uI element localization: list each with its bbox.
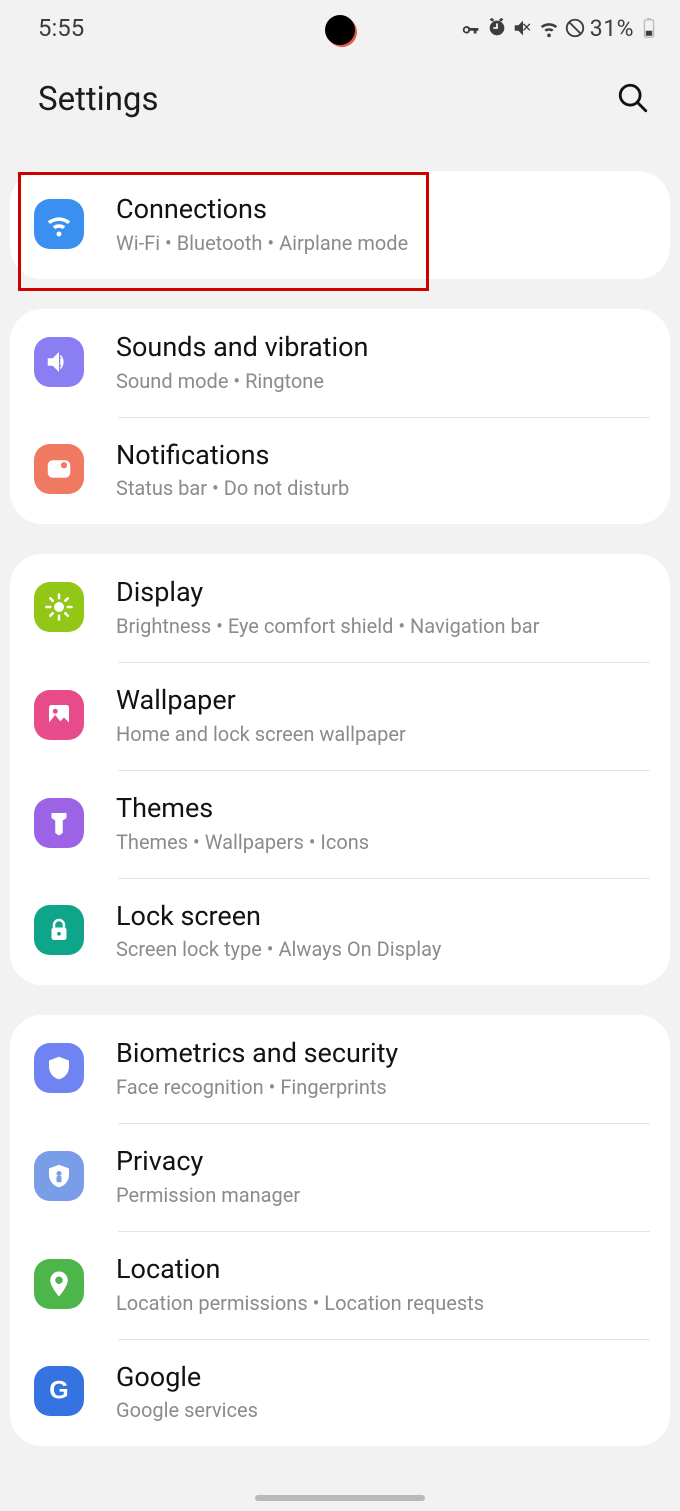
biometrics-row[interactable]: Biometrics and security Face recognition… [10,1015,670,1123]
brightness-icon [34,582,84,632]
shield-icon [34,1043,84,1093]
location-row[interactable]: Location Location permissions • Location… [10,1231,670,1339]
row-title: Privacy [116,1145,650,1179]
lock-icon [34,905,84,955]
row-subtitle: Home and lock screen wallpaper [116,722,650,746]
location-icon [34,1259,84,1309]
row-title: Biometrics and security [116,1037,650,1071]
row-title: Display [116,576,650,610]
page-title: Settings [38,80,159,119]
theme-icon [34,798,84,848]
wallpaper-row[interactable]: Wallpaper Home and lock screen wallpaper [10,662,670,770]
row-subtitle: Location permissions • Location requests [116,1291,650,1315]
row-subtitle: Status bar • Do not disturb [116,476,650,500]
row-title: Wallpaper [116,684,650,718]
notifications-row[interactable]: Notifications Status bar • Do not distur… [10,417,670,525]
row-subtitle: Wi-Fi • Bluetooth • Airplane mode [116,231,650,255]
row-subtitle: Themes • Wallpapers • Icons [116,830,650,854]
row-title: Themes [116,792,650,826]
row-subtitle: Face recognition • Fingerprints [116,1075,650,1099]
display-row[interactable]: Display Brightness • Eye comfort shield … [10,554,670,662]
settings-header: Settings [0,52,680,145]
sound-icon [34,337,84,387]
row-title: Notifications [116,439,650,473]
svg-text:G: G [49,1377,68,1405]
google-icon: G [34,1366,84,1416]
privacy-row[interactable]: Privacy Permission manager [10,1123,670,1231]
row-subtitle: Sound mode • Ringtone [116,369,650,393]
row-subtitle: Permission manager [116,1183,650,1207]
lock-screen-row[interactable]: Lock screen Screen lock type • Always On… [10,878,670,986]
nav-indicator[interactable] [0,1495,680,1501]
camera-cutout [325,15,355,45]
search-button[interactable] [616,81,650,119]
sounds-row[interactable]: Sounds and vibration Sound mode • Ringto… [10,309,670,417]
themes-row[interactable]: Themes Themes • Wallpapers • Icons [10,770,670,878]
google-row[interactable]: G Google Google services [10,1339,670,1447]
image-icon [34,690,84,740]
row-title: Location [116,1253,650,1287]
notification-icon [34,444,84,494]
row-subtitle: Google services [116,1398,650,1422]
row-title: Connections [116,193,650,227]
privacy-icon [34,1151,84,1201]
wifi-icon [34,199,84,249]
settings-group: Connections Wi-Fi • Bluetooth • Airplane… [10,171,670,279]
settings-group: Sounds and vibration Sound mode • Ringto… [10,309,670,525]
settings-group: Biometrics and security Face recognition… [10,1015,670,1446]
row-subtitle: Brightness • Eye comfort shield • Naviga… [116,614,650,638]
row-title: Lock screen [116,900,650,934]
settings-group: Display Brightness • Eye comfort shield … [10,554,670,985]
status-bar: 5:55 31% [0,0,680,52]
row-title: Sounds and vibration [116,331,650,365]
row-title: Google [116,1361,650,1395]
row-subtitle: Screen lock type • Always On Display [116,937,650,961]
connections-row[interactable]: Connections Wi-Fi • Bluetooth • Airplane… [10,171,670,279]
